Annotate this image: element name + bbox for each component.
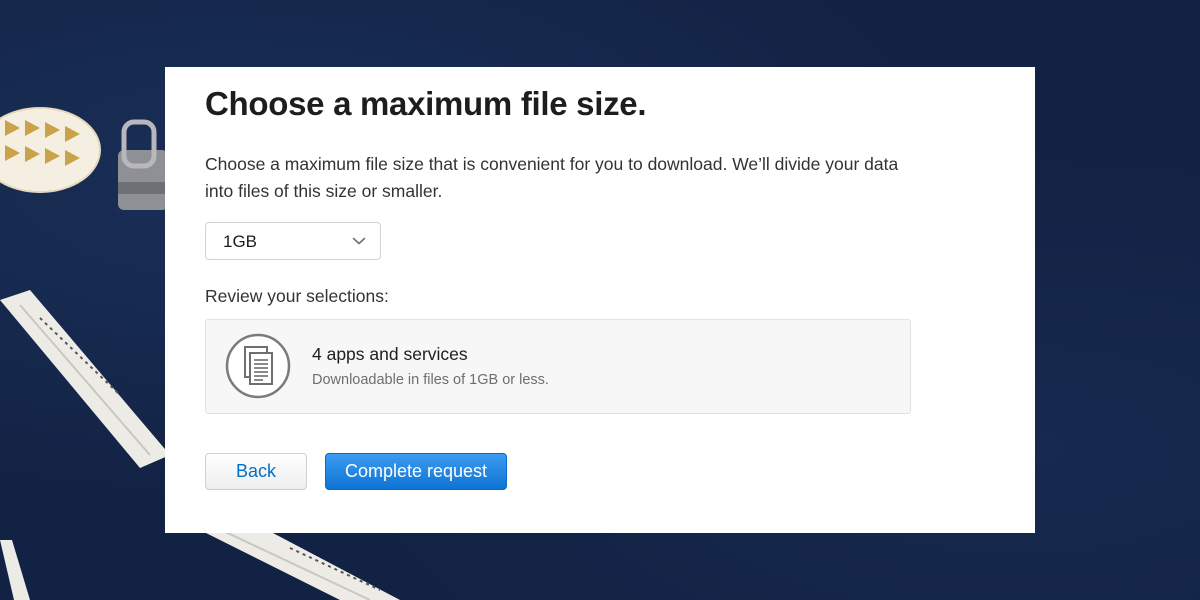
document-stack-icon <box>225 333 291 399</box>
download-options-panel: Choose a maximum file size. Choose a max… <box>165 67 1035 533</box>
page-title: Choose a maximum file size. <box>205 85 647 122</box>
pencil-illustration <box>0 290 170 468</box>
page-description: Choose a maximum file size that is conve… <box>205 154 899 201</box>
selection-summary-title: 4 apps and services <box>312 344 468 364</box>
selection-summary-subtitle: Downloadable in files of 1GB or less. <box>312 372 549 388</box>
binder-clip-illustration <box>118 119 168 210</box>
selection-summary-card: 4 apps and services Downloadable in file… <box>205 319 911 414</box>
review-selections-label: Review your selections: <box>205 286 389 306</box>
file-size-select[interactable]: 1GB <box>205 222 381 260</box>
back-button[interactable]: Back <box>205 453 307 490</box>
chevron-down-icon <box>352 237 366 245</box>
pencil-illustration-3 <box>0 540 30 600</box>
tape-roll-illustration <box>0 107 101 193</box>
file-size-select-value: 1GB <box>223 232 258 251</box>
complete-request-button[interactable]: Complete request <box>325 453 507 490</box>
